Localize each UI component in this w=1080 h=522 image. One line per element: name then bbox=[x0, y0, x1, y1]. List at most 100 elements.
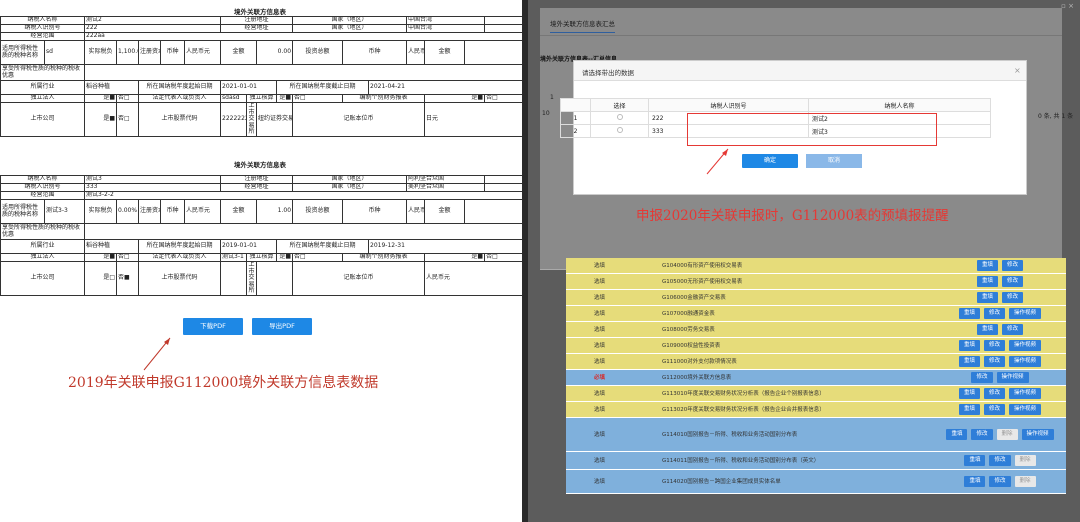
row-action-button[interactable]: 重填 bbox=[964, 455, 986, 466]
row-form-name[interactable]: G113020年度关联交易财务状况分析表（报告企业合并报表信息） bbox=[662, 402, 825, 418]
row-action-button[interactable]: 删除 bbox=[1014, 455, 1036, 466]
dialog-header-cell: 选择 bbox=[590, 98, 649, 112]
row-action-button[interactable]: 修改 bbox=[1002, 292, 1024, 303]
download-pdf-button[interactable]: 下载PDF bbox=[183, 318, 243, 335]
row-status: 选填 bbox=[594, 279, 606, 285]
row-action-button[interactable]: 修改 bbox=[971, 372, 993, 383]
row-form-name[interactable]: G114020国别报告－跨国企业集团成员实体名单 bbox=[662, 470, 781, 494]
row-form-name[interactable]: G108000劳务交易表 bbox=[662, 322, 715, 338]
row-form-name[interactable]: G105000无形资产使用权交易表 bbox=[662, 274, 742, 290]
row-action-button[interactable]: 操作视频 bbox=[1009, 388, 1042, 399]
row-action-button[interactable]: 操作视频 bbox=[996, 372, 1029, 383]
row-action-button[interactable]: 重填 bbox=[958, 340, 980, 351]
row-form-name[interactable]: G113010年度关联交易财务状况分析表（报告企业个别报表信息） bbox=[662, 386, 825, 402]
form-row: 选填 G111000对外支付款项情况表 重填 修改 操作视频 bbox=[566, 354, 1066, 370]
row-form-name[interactable]: G114011国别报告－所得、税收和业务活动国别分布表（英文） bbox=[662, 452, 819, 470]
indep-site-label: 独立核算 bbox=[246, 253, 278, 262]
row-action-button[interactable]: 重填 bbox=[976, 276, 998, 287]
scope-value: 测试3-2-2 bbox=[84, 191, 542, 200]
currency-unit-label: 记账本位币 bbox=[292, 261, 426, 296]
bg-page-size[interactable]: 10 bbox=[542, 110, 550, 117]
row-action-button[interactable]: 修改 bbox=[989, 455, 1011, 466]
form-row: 选填 G113020年度关联交易财务状况分析表（报告企业合并报表信息） 重填 修改 操作… bbox=[566, 402, 1066, 418]
right-caption: 申报2020年关联申报时，G112000表的预填报提醒 bbox=[636, 208, 949, 224]
start-date: 2019-01-01 bbox=[220, 239, 278, 254]
reg-country-value: 中国台湾 bbox=[406, 16, 486, 25]
exchange bbox=[256, 261, 294, 296]
row-action-button[interactable]: 重填 bbox=[946, 429, 968, 440]
row-action-button[interactable]: 修改 bbox=[983, 388, 1005, 399]
prepare-label: 编制个别财务报表 bbox=[342, 94, 426, 103]
amount: 0.00 bbox=[256, 40, 294, 65]
op-country-label: 国家（地区） bbox=[292, 183, 408, 192]
row-action-button[interactable]: 重填 bbox=[976, 260, 998, 271]
stock-code: 2222222 bbox=[220, 102, 248, 137]
row-action-button[interactable]: 重填 bbox=[958, 356, 980, 367]
stock-code bbox=[220, 261, 248, 296]
row-form-name[interactable]: G111000对外支付款项情况表 bbox=[662, 354, 737, 370]
row-form-name[interactable]: G106000金融资产交易表 bbox=[662, 290, 726, 306]
bg-total: 0 条, 共 1 条 bbox=[1038, 113, 1074, 120]
invest-currency-label: 币种 bbox=[342, 199, 408, 224]
row-action-button[interactable]: 修改 bbox=[989, 476, 1011, 487]
row-action-button[interactable]: 操作视频 bbox=[1009, 340, 1042, 351]
op-addr-label: 经营地址 bbox=[220, 183, 294, 192]
select-radio[interactable] bbox=[590, 124, 649, 138]
row-action-button[interactable]: 重填 bbox=[964, 476, 986, 487]
cancel-button[interactable]: 取消 bbox=[806, 154, 862, 168]
row-action-button[interactable]: 重填 bbox=[958, 388, 980, 399]
dialog-title: 请选择带出的数据 bbox=[582, 69, 634, 77]
row-form-name[interactable]: G114010国别报告－所得、税收和业务活动国别分布表 bbox=[662, 418, 797, 452]
capital-label: 注册资本 bbox=[138, 40, 162, 65]
pref-label: 享受所得税性质的税种的税收优惠 bbox=[0, 223, 86, 240]
window-controls[interactable]: ▫ × bbox=[1061, 2, 1074, 10]
row-action-button[interactable]: 重填 bbox=[976, 324, 998, 335]
dialog-close-icon[interactable]: × bbox=[1014, 66, 1021, 75]
row-action-button[interactable]: 重填 bbox=[958, 308, 980, 319]
form2-table: 纳税人名称 测试3 注册地址 国家（地区） 阿利坚合众国 纳税人识别号 333 经营地址 国家（… bbox=[0, 175, 542, 296]
listed-yes: 是□ bbox=[84, 261, 118, 296]
currency-label: 币种 bbox=[160, 199, 186, 224]
reg-country-label: 国家（地区） bbox=[292, 175, 408, 184]
row-action-button[interactable]: 修改 bbox=[1002, 324, 1024, 335]
row-action-button[interactable]: 修改 bbox=[983, 340, 1005, 351]
row-form-name[interactable]: G104000有形资产使用权交易表 bbox=[662, 258, 742, 274]
form-row: 选填 G104000有形资产使用权交易表 重填 修改 bbox=[566, 258, 1066, 274]
taxpayer-id: 333 bbox=[84, 183, 222, 192]
row-action-button[interactable]: 修改 bbox=[1002, 260, 1024, 271]
row-action-button[interactable]: 删除 bbox=[1014, 476, 1036, 487]
row-action-button[interactable]: 操作视频 bbox=[1009, 308, 1042, 319]
row-action-button[interactable]: 操作视频 bbox=[1009, 356, 1042, 367]
row-action-button[interactable]: 修改 bbox=[1002, 276, 1024, 287]
reg-addr-label: 注册地址 bbox=[220, 175, 294, 184]
row-action-button[interactable]: 修改 bbox=[983, 308, 1005, 319]
row-action-button[interactable]: 重填 bbox=[958, 404, 980, 415]
row-form-name[interactable]: G112000境外关联方信息表 bbox=[662, 370, 731, 386]
row-form-name[interactable]: G107000融通资金表 bbox=[662, 306, 715, 322]
row-status: 选填 bbox=[594, 295, 606, 301]
row-action-button[interactable]: 修改 bbox=[983, 404, 1005, 415]
row-status: 选填 bbox=[594, 311, 606, 317]
independent-label: 独立法人 bbox=[0, 253, 86, 262]
actual-rate-label: 实际税负 bbox=[84, 199, 118, 224]
op-country-label: 国家（地区） bbox=[292, 24, 408, 33]
row-action-button[interactable]: 修改 bbox=[983, 356, 1005, 367]
row-action-button[interactable]: 操作视频 bbox=[1009, 404, 1042, 415]
row-action-button[interactable]: 操作视频 bbox=[1021, 429, 1054, 440]
row-action-button[interactable]: 删除 bbox=[996, 429, 1018, 440]
tab-summary[interactable]: 境外关联方信息表汇总 bbox=[550, 18, 615, 33]
confirm-button[interactable]: 确定 bbox=[742, 154, 798, 168]
independent-no: 否□ bbox=[116, 253, 140, 262]
independent-no: 否□ bbox=[116, 94, 140, 103]
row-form-name[interactable]: G109000权益性投资表 bbox=[662, 338, 720, 354]
highlight-box bbox=[687, 113, 937, 146]
export-pdf-button[interactable]: 导出PDF bbox=[252, 318, 312, 335]
form-row: 必填 G112000境外关联方信息表 修改 操作视频 bbox=[566, 370, 1066, 386]
legal-rep-label: 法定代表人或负责人 bbox=[138, 94, 222, 103]
scope-label: 经营范围 bbox=[0, 32, 86, 41]
select-radio[interactable] bbox=[590, 111, 649, 125]
row-action-button[interactable]: 修改 bbox=[971, 429, 993, 440]
invest-currency: 人民币元 bbox=[406, 40, 426, 65]
row-action-button[interactable]: 重填 bbox=[976, 292, 998, 303]
taxpayer-id: 222 bbox=[84, 24, 222, 33]
